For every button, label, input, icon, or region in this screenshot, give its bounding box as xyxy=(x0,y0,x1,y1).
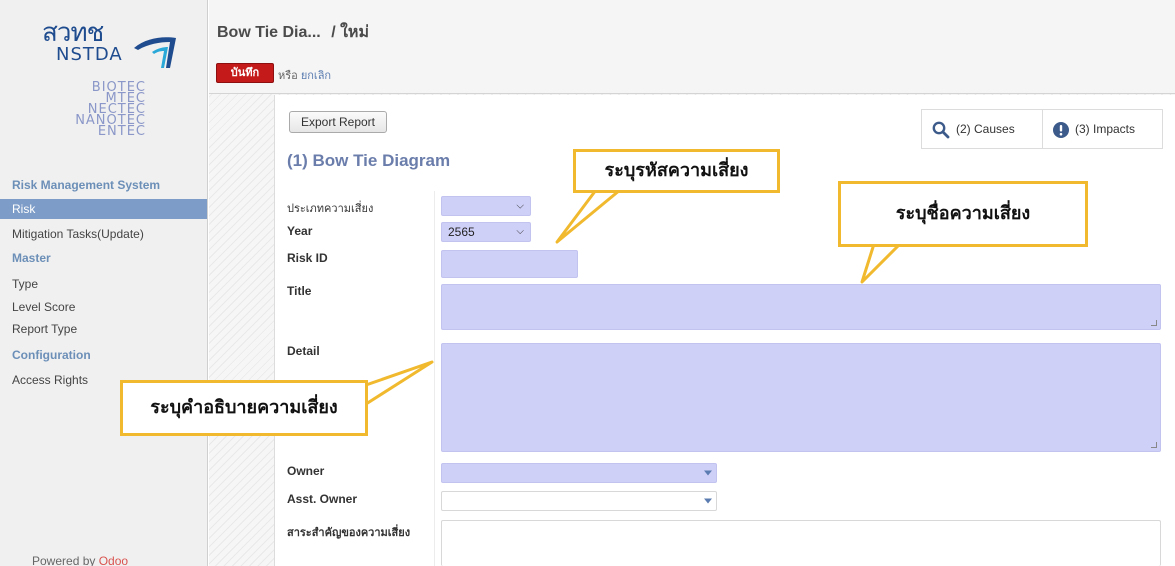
asst-owner-dropdown[interactable] xyxy=(441,491,717,511)
year-select[interactable]: 2565 ⌵ xyxy=(441,222,531,242)
nav-section-master: Master xyxy=(12,251,51,265)
detail-textarea[interactable] xyxy=(441,343,1161,452)
year-value: 2565 xyxy=(448,225,475,239)
nav-section-risk-management: Risk Management System xyxy=(12,178,161,192)
dropdown-arrow-icon[interactable] xyxy=(704,498,712,504)
risk-type-label: ประเภทความเสี่ยง xyxy=(287,203,374,215)
breadcrumb-current: ใหม่ xyxy=(340,24,369,41)
sidebar-item-mitigation-tasks[interactable]: Mitigation Tasks(Update) xyxy=(0,224,207,244)
sidebar-item-level-score[interactable]: Level Score xyxy=(0,297,207,317)
or-text: หรือ xyxy=(278,70,298,82)
resize-handle-icon[interactable] xyxy=(1151,442,1157,448)
logo-brand-thai: สวทช xyxy=(42,18,104,48)
essence-textarea[interactable] xyxy=(441,520,1161,566)
export-report-button[interactable]: Export Report xyxy=(289,111,387,133)
owner-dropdown[interactable] xyxy=(441,463,717,483)
title-textarea[interactable] xyxy=(441,284,1161,330)
breadcrumb-parent[interactable]: Bow Tie Dia... xyxy=(217,24,321,41)
risk-id-input[interactable] xyxy=(441,250,578,278)
cancel-link[interactable]: ยกเลิก xyxy=(301,70,331,82)
exclamation-circle-icon xyxy=(1053,121,1069,138)
essence-label: สาระสำคัญของความเสี่ยง xyxy=(287,527,411,539)
powered-by-prefix: Powered by xyxy=(32,554,96,566)
sidebar: สวทช NSTDA BIOTEC MTEC NECTEC NANOTEC EN… xyxy=(0,0,208,566)
callout-risk-name: ระบุชื่อความเสี่ยง xyxy=(838,181,1088,247)
year-label: Year xyxy=(287,224,313,238)
chevron-down-icon: ⌵ xyxy=(516,200,524,212)
impacts-button[interactable]: (3) Impacts xyxy=(1043,110,1163,148)
nav-section-configuration: Configuration xyxy=(12,348,91,362)
risk-id-label: Risk ID xyxy=(287,251,328,265)
impacts-label: (3) Impacts xyxy=(1075,122,1136,136)
dropdown-arrow-icon[interactable] xyxy=(704,470,712,476)
detail-label: Detail xyxy=(287,344,320,358)
breadcrumb: Bow Tie Dia... / ใหม่ xyxy=(217,20,369,45)
nstda-logo: สวทช NSTDA BIOTEC MTEC NECTEC NANOTEC EN… xyxy=(36,18,186,158)
title-label: Title xyxy=(287,284,312,298)
sidebar-item-risk[interactable]: Risk xyxy=(0,199,207,219)
asst-owner-label: Asst. Owner xyxy=(287,492,358,506)
form-header: Bow Tie Dia... / ใหม่ บันทึก หรือ ยกเลิก xyxy=(209,0,1175,94)
sidebar-item-report-type[interactable]: Report Type xyxy=(0,319,207,339)
risk-type-select[interactable]: ⌵ xyxy=(441,196,531,216)
causes-label: (2) Causes xyxy=(956,122,1015,136)
search-icon xyxy=(932,121,950,139)
callout-risk-description: ระบุคำอธิบายความเสี่ยง xyxy=(120,380,368,436)
logo-brand-latin: NSTDA xyxy=(56,44,123,65)
breadcrumb-separator: / xyxy=(331,24,336,41)
field-column-divider xyxy=(434,191,435,566)
sidebar-item-type[interactable]: Type xyxy=(0,274,207,294)
smart-buttons: (2) Causes (3) Impacts xyxy=(921,109,1163,149)
save-button[interactable]: บันทึก xyxy=(216,63,274,83)
logo-institutes: BIOTEC MTEC NECTEC NANOTEC ENTEC xyxy=(36,81,146,138)
resize-handle-icon[interactable] xyxy=(1151,320,1157,326)
form-title: (1) Bow Tie Diagram xyxy=(287,151,451,170)
callout-risk-id: ระบุรหัสความเสี่ยง xyxy=(573,149,780,193)
powered-by: Powered by Odoo xyxy=(32,554,128,566)
owner-label: Owner xyxy=(287,464,325,478)
chevron-down-icon: ⌵ xyxy=(516,226,524,237)
logo-arc-icon xyxy=(134,37,176,68)
causes-button[interactable]: (2) Causes xyxy=(922,110,1043,148)
odoo-link[interactable]: Odoo xyxy=(99,554,128,566)
or-cancel: หรือ ยกเลิก xyxy=(278,66,331,84)
